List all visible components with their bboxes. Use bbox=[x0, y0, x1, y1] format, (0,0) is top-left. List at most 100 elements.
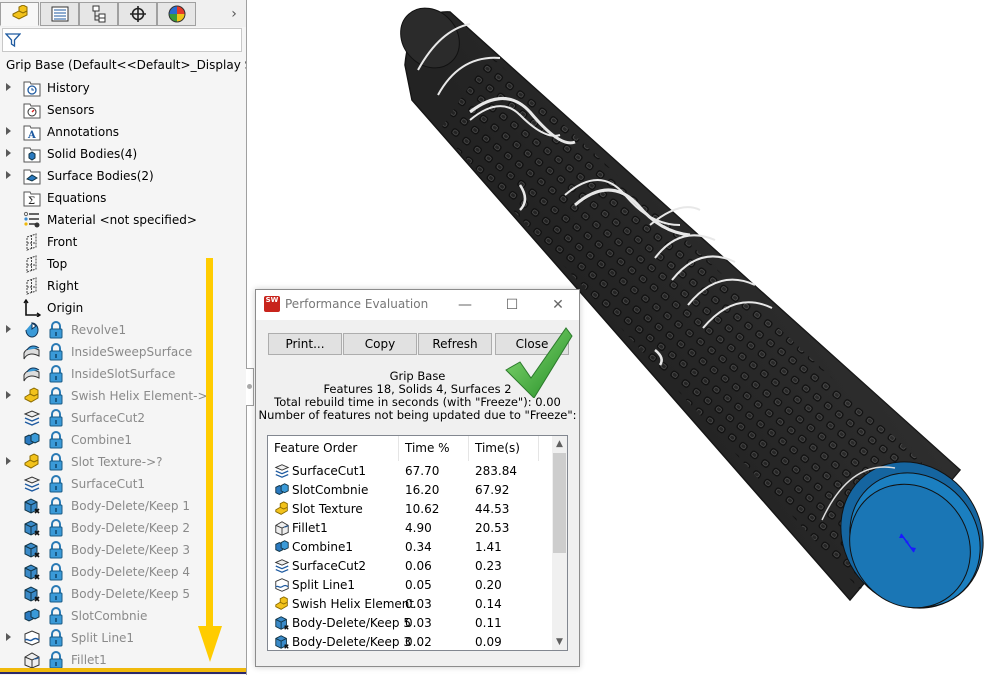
table-row[interactable]: Combine1 0.34 1.41 bbox=[268, 538, 552, 557]
table-row[interactable]: SurfaceCut1 67.70 283.84 bbox=[268, 462, 552, 481]
combine-icon bbox=[23, 607, 41, 625]
tree-filter-input[interactable] bbox=[2, 28, 242, 52]
table-scrollbar[interactable]: ▲ ▼ bbox=[552, 436, 567, 650]
panel-splitter-handle[interactable] bbox=[246, 368, 254, 406]
expand-arrow-icon[interactable] bbox=[6, 83, 11, 91]
close-window-button[interactable]: ✕ bbox=[546, 294, 570, 316]
expand-arrow-icon[interactable] bbox=[6, 149, 11, 157]
performance-table[interactable]: Feature Order Time % Time(s) SurfaceCut1… bbox=[267, 435, 568, 651]
tree-item[interactable]: Sensors bbox=[0, 99, 246, 121]
copy-button[interactable]: Copy bbox=[343, 333, 417, 355]
tree-root-label: Grip Base (Default<<Default>_Display Sta bbox=[6, 58, 246, 72]
cell-time-pct: 67.70 bbox=[405, 464, 440, 478]
expand-arrow-icon[interactable] bbox=[6, 391, 11, 399]
plane-icon bbox=[23, 277, 41, 295]
print-button[interactable]: Print... bbox=[268, 333, 342, 355]
table-row[interactable]: SurfaceCut2 0.06 0.23 bbox=[268, 557, 552, 576]
tree-item-label: Right bbox=[47, 279, 79, 293]
column-header-time-s[interactable]: Time(s) bbox=[469, 436, 539, 461]
tree-item-label: Solid Bodies(4) bbox=[47, 147, 138, 161]
scroll-up-button[interactable]: ▲ bbox=[552, 436, 567, 452]
table-row[interactable]: Split Line1 0.05 0.20 bbox=[268, 576, 552, 595]
table-row[interactable]: Slot Texture 10.62 44.53 bbox=[268, 500, 552, 519]
solid-bodies-folder-icon bbox=[23, 145, 41, 163]
column-header-feature-order[interactable]: Feature Order bbox=[268, 436, 399, 461]
cell-feature: Slot Texture bbox=[292, 502, 363, 516]
tab-configuration-manager[interactable] bbox=[79, 2, 118, 26]
feature-manager-panel: › Grip Base (Default<<Default>_Display S… bbox=[0, 0, 247, 675]
tree-item[interactable]: History bbox=[0, 77, 246, 99]
cell-time-pct: 0.02 bbox=[405, 635, 432, 649]
tree-item-label: History bbox=[47, 81, 90, 95]
table-row[interactable]: Body-Delete/Keep 5 0.03 0.11 bbox=[268, 614, 552, 633]
tree-root-part[interactable]: Grip Base (Default<<Default>_Display Sta bbox=[0, 55, 246, 75]
cell-time-pct: 4.90 bbox=[405, 521, 432, 535]
surface-cut-icon bbox=[274, 558, 290, 574]
expand-arrow-icon[interactable] bbox=[6, 633, 11, 641]
cell-time-s: 0.20 bbox=[475, 578, 502, 592]
table-row[interactable]: SlotCombnie 16.20 67.92 bbox=[268, 481, 552, 500]
lock-icon bbox=[48, 541, 64, 559]
tree-item-label: Swish Helix Element->? bbox=[71, 389, 214, 403]
tree-item[interactable]: Material <not specified> bbox=[0, 209, 246, 231]
expand-arrow-icon[interactable] bbox=[6, 127, 11, 135]
display-manager-icon bbox=[168, 5, 185, 23]
maximize-button[interactable]: ☐ bbox=[500, 294, 524, 316]
tree-item-label: Body-Delete/Keep 3 bbox=[71, 543, 190, 557]
lock-icon bbox=[48, 431, 64, 449]
cell-time-s: 67.92 bbox=[475, 483, 510, 497]
cell-time-pct: 16.20 bbox=[405, 483, 440, 497]
more-tabs-button[interactable]: › bbox=[226, 4, 242, 24]
body-delete-icon bbox=[23, 541, 41, 559]
cell-feature: Body-Delete/Keep 3 bbox=[292, 635, 411, 649]
tree-item-label: Revolve1 bbox=[71, 323, 127, 337]
lock-icon bbox=[48, 453, 64, 471]
combine-icon bbox=[274, 482, 290, 498]
tab-property-manager[interactable] bbox=[40, 2, 79, 26]
tab-feature-manager[interactable] bbox=[0, 2, 39, 26]
body-delete-icon bbox=[274, 634, 290, 650]
tree-item[interactable]: A Annotations bbox=[0, 121, 246, 143]
tab-display-manager[interactable] bbox=[157, 2, 196, 26]
info-frozen-count: Number of features not being updated due… bbox=[258, 408, 577, 422]
body-delete-icon bbox=[23, 585, 41, 603]
tree-item-label: Equations bbox=[47, 191, 107, 205]
cell-time-s: 1.41 bbox=[475, 540, 502, 554]
refresh-button[interactable]: Refresh bbox=[418, 333, 492, 355]
cell-feature: Body-Delete/Keep 5 bbox=[292, 616, 411, 630]
body-delete-icon bbox=[23, 563, 41, 581]
table-row[interactable]: Body-Delete/Keep 3 0.02 0.09 bbox=[268, 633, 552, 650]
property-manager-icon bbox=[51, 6, 68, 22]
scrollbar-thumb[interactable] bbox=[553, 453, 566, 553]
minimize-button[interactable]: — bbox=[453, 294, 477, 316]
tree-item[interactable]: Σ Equations bbox=[0, 187, 246, 209]
surface-cut-icon bbox=[23, 409, 41, 427]
tree-item-label: Origin bbox=[47, 301, 84, 315]
scroll-down-button[interactable]: ▼ bbox=[552, 634, 567, 650]
surface-icon bbox=[23, 365, 41, 383]
tab-dimxpert-manager[interactable] bbox=[118, 2, 157, 26]
expand-arrow-icon[interactable] bbox=[6, 325, 11, 333]
tree-item[interactable]: Front bbox=[0, 231, 246, 253]
surface-icon bbox=[23, 343, 41, 361]
filter-icon bbox=[5, 33, 21, 48]
equations-folder-icon: Σ bbox=[23, 189, 41, 207]
dialog-titlebar[interactable]: SW Performance Evaluation — ☐ ✕ bbox=[256, 290, 579, 320]
body-delete-icon bbox=[23, 497, 41, 515]
table-row[interactable]: Swish Helix Element 0.03 0.14 bbox=[268, 595, 552, 614]
tree-item-label: Split Line1 bbox=[71, 631, 135, 645]
lock-icon bbox=[48, 585, 64, 603]
revolve-icon bbox=[23, 321, 41, 339]
column-header-time-pct[interactable]: Time % bbox=[399, 436, 469, 461]
cell-time-pct: 0.06 bbox=[405, 559, 432, 573]
combine-icon bbox=[23, 431, 41, 449]
tree-item-label: Body-Delete/Keep 1 bbox=[71, 499, 190, 513]
tree-item[interactable]: Solid Bodies(4) bbox=[0, 143, 246, 165]
expand-arrow-icon[interactable] bbox=[6, 171, 11, 179]
crosshair-icon bbox=[129, 6, 146, 22]
table-row[interactable]: Fillet1 4.90 20.53 bbox=[268, 519, 552, 538]
tree-item-label: Fillet1 bbox=[71, 653, 107, 667]
expand-arrow-icon[interactable] bbox=[6, 457, 11, 465]
tree-item[interactable]: Surface Bodies(2) bbox=[0, 165, 246, 187]
lock-icon bbox=[48, 563, 64, 581]
